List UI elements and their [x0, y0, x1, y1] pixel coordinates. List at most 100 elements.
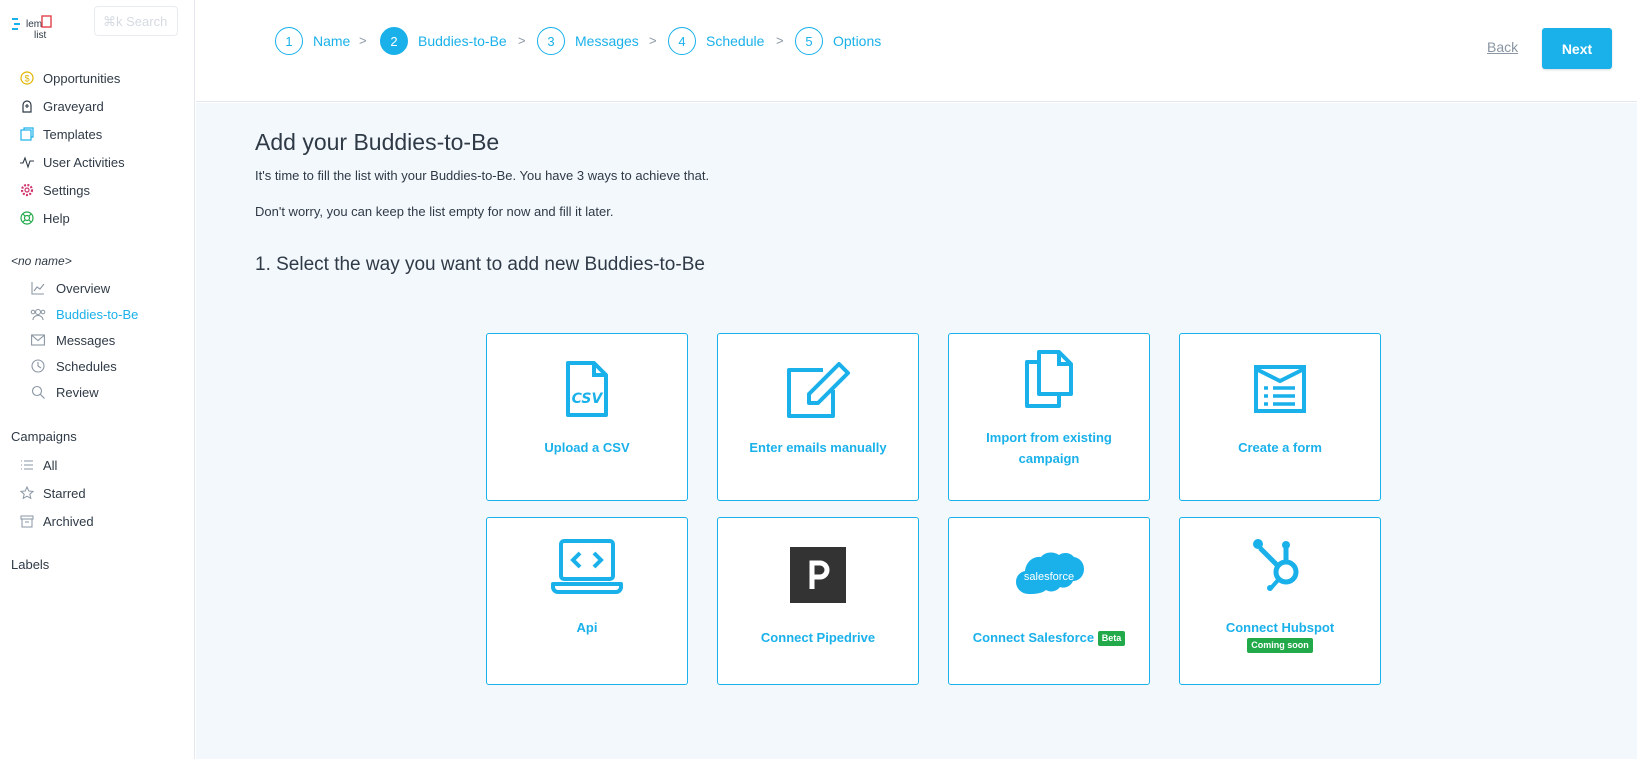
- sidebar-item-label: Starred: [43, 485, 86, 501]
- sidebar-item-label: Settings: [43, 182, 90, 198]
- intro-note: Don't worry, you can keep the list empty…: [255, 204, 614, 219]
- tombstone-icon: [19, 98, 35, 114]
- back-link[interactable]: Back: [1487, 39, 1518, 55]
- sidebar-item-buddies-to-be[interactable]: Buddies-to-Be: [30, 304, 138, 324]
- clock-icon: [30, 358, 46, 374]
- sidebar-item-schedules[interactable]: Schedules: [30, 356, 117, 376]
- sidebar-item-label: Templates: [43, 126, 103, 142]
- steps-header: 1 Name > 2 Buddies-to-Be > 3 Messages > …: [196, 0, 1637, 102]
- step-options[interactable]: 5 Options: [795, 27, 881, 55]
- card-label: Api: [576, 620, 598, 635]
- card-label: Connect Hubspot Coming soon: [1190, 617, 1370, 654]
- next-button[interactable]: Next: [1542, 28, 1612, 69]
- labels-heading: Labels: [11, 557, 50, 572]
- step-number: 3: [537, 27, 565, 55]
- sidebar-item-help[interactable]: Help: [19, 208, 70, 228]
- copy-files-icon: [949, 350, 1149, 408]
- connect-salesforce-card[interactable]: salesforce Connect Salesforce Beta: [948, 517, 1150, 685]
- envelope-icon: [30, 332, 46, 348]
- edit-pencil-icon: [718, 362, 918, 418]
- campaign-name[interactable]: <no name>: [11, 254, 72, 268]
- sidebar-item-user-activities[interactable]: User Activities: [19, 152, 125, 172]
- card-label: Import from existing campaign: [986, 430, 1112, 466]
- sidebar-item-settings[interactable]: Settings: [19, 180, 90, 200]
- page-title: Add your Buddies-to-Be: [255, 129, 500, 155]
- step-label: Buddies-to-Be: [418, 33, 507, 49]
- sidebar-item-starred[interactable]: Starred: [19, 483, 86, 503]
- step-number: 2: [380, 27, 408, 55]
- list-icon: [19, 457, 35, 473]
- card-label-text: Connect Hubspot: [1225, 620, 1335, 635]
- sidebar-item-label: Opportunities: [43, 70, 121, 86]
- api-card[interactable]: Api: [486, 517, 688, 685]
- sidebar-item-label: Review: [56, 384, 99, 400]
- lemlist-logo[interactable]: lem list: [12, 14, 54, 42]
- card-label: Upload a CSV: [544, 440, 630, 455]
- intro-text: It's time to fill the list with your Bud…: [255, 168, 710, 183]
- sidebar-item-label: Help: [43, 210, 70, 226]
- step-separator: >: [776, 33, 784, 48]
- card-label: Connect Pipedrive: [760, 630, 876, 645]
- step-label: Messages: [575, 33, 639, 49]
- beta-badge: Beta: [1097, 631, 1126, 647]
- sidebar-item-graveyard[interactable]: Graveyard: [19, 96, 104, 116]
- sidebar-item-all[interactable]: All: [19, 455, 57, 475]
- sidebar-item-label: Overview: [56, 280, 111, 296]
- step-separator: >: [359, 33, 367, 48]
- step-number: 5: [795, 27, 823, 55]
- svg-text:CSV: CSV: [572, 391, 604, 407]
- sidebar-item-overview[interactable]: Overview: [30, 278, 110, 298]
- step-number: 4: [668, 27, 696, 55]
- sidebar-item-label: Schedules: [56, 358, 117, 374]
- step-name[interactable]: 1 Name: [275, 27, 350, 55]
- search-input[interactable]: ⌘k Search: [94, 6, 178, 36]
- form-icon: [1180, 364, 1380, 414]
- sidebar-item-label: Messages: [56, 332, 116, 348]
- lifebuoy-icon: [19, 210, 35, 226]
- step-label: Name: [313, 33, 351, 49]
- csv-file-icon: CSV: [487, 360, 687, 418]
- step-label: Options: [833, 33, 882, 49]
- connect-hubspot-card[interactable]: Connect Hubspot Coming soon: [1179, 517, 1381, 685]
- pipedrive-logo: [718, 547, 918, 603]
- svg-text:salesforce: salesforce: [1024, 571, 1074, 583]
- hubspot-logo: [1180, 536, 1380, 592]
- sidebar: lem list ⌘k Search $ Opportunities Grave…: [0, 0, 195, 759]
- step-separator: >: [518, 33, 526, 48]
- laptop-code-icon: [487, 538, 687, 594]
- coming-soon-badge: Coming soon: [1247, 638, 1313, 654]
- campaigns-heading: Campaigns: [11, 429, 77, 444]
- step-messages[interactable]: 3 Messages: [537, 27, 639, 55]
- sidebar-item-label: User Activities: [43, 154, 125, 170]
- step-label: Schedule: [706, 33, 765, 49]
- sidebar-item-label: All: [43, 457, 58, 473]
- connect-pipedrive-card[interactable]: Connect Pipedrive: [717, 517, 919, 685]
- sidebar-item-templates[interactable]: Templates: [19, 124, 102, 144]
- magnifier-icon: [30, 384, 46, 400]
- create-form-card[interactable]: Create a form: [1179, 333, 1381, 501]
- archive-icon: [19, 513, 35, 529]
- step-schedule[interactable]: 4 Schedule: [668, 27, 764, 55]
- svg-text:lem: lem: [26, 19, 42, 30]
- card-label: Enter emails manually: [749, 440, 887, 455]
- salesforce-logo: salesforce: [949, 550, 1149, 600]
- dollar-circle-icon: $: [19, 70, 35, 86]
- sidebar-item-label: Graveyard: [43, 98, 104, 114]
- sidebar-item-messages[interactable]: Messages: [30, 330, 115, 350]
- sidebar-item-archived[interactable]: Archived: [19, 511, 94, 531]
- star-icon: [19, 485, 35, 501]
- sidebar-item-opportunities[interactable]: $ Opportunities: [19, 68, 120, 88]
- card-label: Create a form: [1238, 440, 1322, 455]
- sidebar-item-label: Buddies-to-Be: [56, 306, 139, 322]
- upload-csv-card[interactable]: CSV Upload a CSV: [486, 333, 688, 501]
- step-separator: >: [649, 33, 657, 48]
- step-buddies-to-be[interactable]: 2 Buddies-to-Be: [380, 27, 507, 55]
- chart-icon: [30, 280, 46, 296]
- enter-emails-card[interactable]: Enter emails manually: [717, 333, 919, 501]
- section-title: 1. Select the way you want to add new Bu…: [255, 254, 705, 275]
- sidebar-item-label: Archived: [43, 513, 94, 529]
- sidebar-item-review[interactable]: Review: [30, 382, 99, 402]
- import-campaign-card[interactable]: Import from existing campaign: [948, 333, 1150, 501]
- main-content: Add your Buddies-to-Be It's time to fill…: [196, 103, 1637, 759]
- svg-text:list: list: [34, 30, 46, 41]
